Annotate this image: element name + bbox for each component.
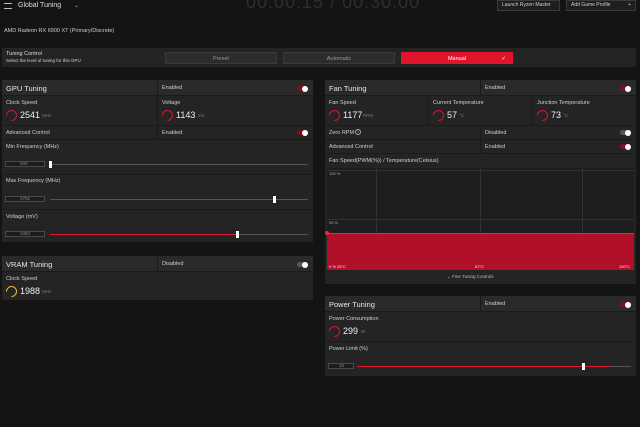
voltage-mv-fill xyxy=(50,234,236,235)
current-temp-value: 57 xyxy=(447,110,458,120)
checkmark-icon: ✓ xyxy=(501,56,506,62)
vram-clock-unit: MHz xyxy=(42,289,52,294)
voltage-value: 1143 xyxy=(176,110,196,120)
max-frequency-label: Max Frequency (MHz) xyxy=(6,178,61,184)
gpu-name: AMD Radeon RX 6900 XT (Primary/Discrete) xyxy=(4,28,115,34)
min-frequency-label: Min Frequency (MHz) xyxy=(6,144,59,150)
power-limit-label: Power Limit (%) xyxy=(329,346,368,352)
fan-curve-chart[interactable]: 100 % 50 % 0 % 25°C 67°C 100°C xyxy=(325,168,634,270)
fan-speed-label: Fan Speed xyxy=(329,100,356,106)
vram-clock-label: Clock Speed xyxy=(6,276,38,282)
voltage-mv-input[interactable]: 1063 xyxy=(5,231,45,237)
clock-speed-value: 2541 xyxy=(20,110,41,120)
power-tuning-title: Power Tuning xyxy=(329,300,375,309)
fan-tuning-panel: Fan Tuning Enabled Fan Speed 1177 RPM Cu… xyxy=(325,80,636,284)
max-frequency-input[interactable]: 2702 xyxy=(5,196,45,202)
power-limit-slider[interactable] xyxy=(582,363,585,370)
timer-display: 00:00:15 / 00:30:00 xyxy=(246,0,421,12)
power-consumption-unit: W xyxy=(361,329,366,334)
zero-rpm-toggle[interactable] xyxy=(620,129,631,136)
fan-tuning-title: Fan Tuning xyxy=(329,84,367,93)
tuning-automatic-option[interactable]: Automatic xyxy=(283,52,395,64)
current-temp-unit: °C xyxy=(459,113,465,118)
fan-speed-unit: RPM xyxy=(363,113,373,118)
fan-tuning-status: Enabled xyxy=(485,85,506,91)
fan-advanced-toggle[interactable] xyxy=(620,143,631,150)
vram-tuning-title: VRAM Tuning xyxy=(6,260,53,269)
power-tuning-toggle[interactable] xyxy=(620,301,631,308)
chart-x-left: 0 % 25°C xyxy=(329,264,346,269)
fan-curve-title: Fan Speed(PWM(%)) / Temperature(Celsius) xyxy=(329,158,439,164)
vram-tuning-status: Disabled xyxy=(162,261,184,267)
zero-rpm-label: Zero RPM xyxy=(329,130,355,136)
gpu-tuning-panel: GPU Tuning Enabled Clock Speed 2541 MHz … xyxy=(2,80,313,242)
clock-speed-label: Clock Speed xyxy=(6,100,38,106)
junction-temp-label: Junction Temperature xyxy=(537,100,590,106)
section-title: Global Tuning xyxy=(18,2,62,9)
gpu-tuning-status: Enabled xyxy=(162,85,183,91)
tuning-manual-option[interactable]: Manual ✓ xyxy=(401,52,513,64)
max-frequency-slider[interactable] xyxy=(273,196,276,203)
clock-gauge-icon xyxy=(3,107,20,124)
power-consumption-label: Power Consumption xyxy=(329,316,379,322)
gpu-tuning-title: GPU Tuning xyxy=(6,84,47,93)
chart-x-right: 100°C xyxy=(619,264,631,269)
vram-clock-gauge-icon xyxy=(3,283,20,300)
vram-tuning-panel: VRAM Tuning Disabled Clock Speed 1988 MH… xyxy=(2,256,313,300)
fan-advanced-label: Advanced Control xyxy=(329,144,373,150)
vram-clock-value: 1988 xyxy=(20,286,41,296)
fan-speed-gauge-icon xyxy=(326,107,343,124)
vram-tuning-toggle[interactable] xyxy=(297,261,308,268)
chart-y-mid: 50 % xyxy=(329,220,339,225)
fan-speed-value: 1177 xyxy=(343,110,363,120)
current-temp-label: Current Temperature xyxy=(433,100,484,106)
fan-advanced-status: Enabled xyxy=(485,144,506,150)
junction-temp-value: 73 xyxy=(551,110,562,120)
help-icon[interactable]: ? xyxy=(355,129,361,135)
junction-temp-gauge-icon xyxy=(534,107,551,124)
gpu-tuning-toggle[interactable] xyxy=(297,85,308,92)
power-limit-fill xyxy=(357,366,609,367)
fan-curve-point[interactable] xyxy=(325,231,329,235)
clock-speed-unit: MHz xyxy=(42,113,52,118)
fan-tuning-toggle[interactable] xyxy=(620,85,631,92)
fine-tuning-controls[interactable]: ⌄ Fine Tuning Controls xyxy=(447,274,494,280)
power-gauge-icon xyxy=(326,323,343,340)
add-game-profile-button[interactable]: Add Game Profile + xyxy=(566,0,636,11)
voltage-unit: mV xyxy=(198,113,205,118)
gpu-advanced-toggle[interactable] xyxy=(297,129,308,136)
min-frequency-input[interactable]: 500 xyxy=(5,161,45,167)
tuning-control-title: Tuning Control xyxy=(6,51,42,57)
advanced-control-status: Enabled xyxy=(162,130,183,136)
chart-x-mid: 67°C xyxy=(475,264,484,269)
voltage-mv-label: Voltage (mV) xyxy=(6,214,38,220)
junction-temp-unit: °C xyxy=(563,113,569,118)
min-frequency-slider[interactable] xyxy=(49,161,52,168)
plus-icon: + xyxy=(628,2,631,8)
launch-ryzen-master-button[interactable]: Launch Ryzen Master xyxy=(497,0,560,11)
power-limit-input[interactable]: 15 xyxy=(328,363,354,369)
max-frequency-fill xyxy=(50,199,282,200)
section-dropdown-icon[interactable]: ⌄ xyxy=(74,2,79,9)
power-tuning-status: Enabled xyxy=(485,301,506,307)
zero-rpm-status: Disabled xyxy=(485,130,507,136)
current-temp-gauge-icon xyxy=(430,107,447,124)
menu-icon[interactable] xyxy=(4,3,12,9)
voltage-label: Voltage xyxy=(162,100,181,106)
voltage-mv-slider[interactable] xyxy=(236,231,239,238)
chart-y-top: 100 % xyxy=(329,171,341,176)
tuning-control-subtitle: Select the level of tuning for this GPU xyxy=(6,58,81,63)
tuning-preset-option[interactable]: Preset xyxy=(165,52,277,64)
advanced-control-label: Advanced Control xyxy=(6,130,50,136)
power-consumption-value: 299 xyxy=(343,326,359,336)
power-tuning-panel: Power Tuning Enabled Power Consumption 2… xyxy=(325,296,636,376)
voltage-gauge-icon xyxy=(159,107,176,124)
